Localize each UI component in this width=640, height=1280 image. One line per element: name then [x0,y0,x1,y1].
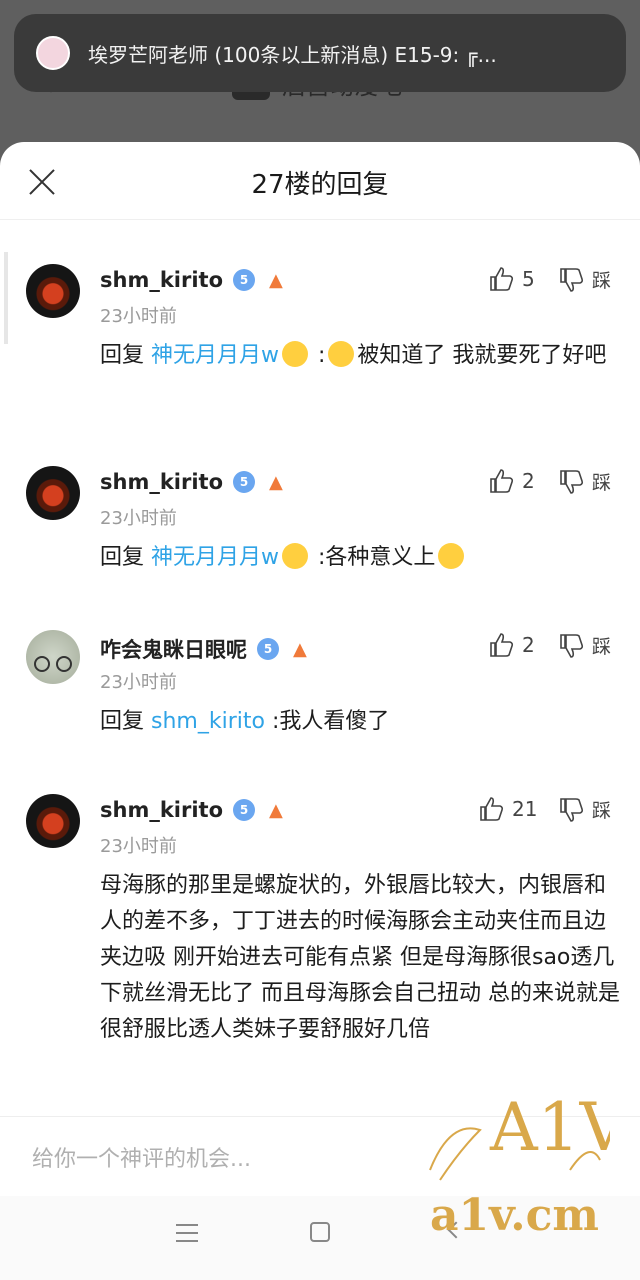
thumb-up-icon [490,633,514,657]
sweat-emoji-icon [438,543,465,569]
thumb-up-icon [480,797,504,821]
kiss-emoji-icon [282,341,309,367]
reply-prefix: 回复 [100,709,145,734]
dislike-button[interactable]: 踩 [560,468,611,495]
avatar[interactable] [26,466,80,520]
dislike-button[interactable]: 踩 [560,266,611,293]
kiss-emoji-icon [282,543,309,569]
reply-prefix: 回复 [100,545,145,570]
sheet-title: 27楼的回复 [251,170,389,200]
timestamp: 23小时前 [100,306,177,327]
comment-body: :我人看傻了 [264,709,390,734]
avatar[interactable] [26,264,80,318]
thumb-down-icon [560,267,584,292]
comment-body: 被知道了 我就要死了好吧 [357,343,607,368]
like-button[interactable]: 2 [490,632,535,658]
mention-link[interactable]: shm_kirito [151,709,265,734]
dislike-button[interactable]: 踩 [560,632,611,659]
thumb-up-icon [490,469,514,493]
level-badge-icon: ▲ [269,799,283,821]
bike-wheel-icon [56,656,72,672]
watermark-logo: A1V [429,1089,610,1181]
reply-input-placeholder[interactable]: 给你一个神评的机会... [32,1141,251,1173]
username[interactable]: shm_kirito 5 ▲ [100,798,283,822]
username-text: 咋会鬼眯日眼呢 [100,638,247,662]
reply-prefix: 回复 [100,343,145,368]
watermark-text: a1v.cm [430,1190,599,1241]
username-text: shm_kirito [100,268,224,292]
username-text: shm_kirito [100,798,224,822]
username[interactable]: 咋会鬼眯日眼呢 5 ▲ [100,634,307,664]
avatar[interactable] [26,630,80,684]
bike-wheel-icon [34,656,50,672]
dislike-label: 踩 [592,270,612,292]
comment-text: 回复 神无月月月w : 被知道了 我就要死了好吧 [100,338,620,374]
thumb-down-icon [560,633,584,658]
comment-body: :各种意义上 [311,545,436,570]
thumb-down-icon [560,469,584,494]
thumb-up-icon [490,267,514,291]
home-icon[interactable] [310,1222,330,1242]
username[interactable]: shm_kirito 5 ▲ [100,268,283,292]
like-button[interactable]: 2 [490,468,535,494]
timestamp: 23小时前 [100,508,177,529]
notification-avatar [36,36,70,70]
dislike-button[interactable]: 踩 [560,796,611,823]
like-count: 2 [522,633,535,657]
verified-badge-icon: 5 [233,471,256,493]
level-badge-icon: ▲ [293,638,307,660]
mention-link[interactable]: 神无月月月w [151,545,279,570]
like-count: 21 [512,797,538,821]
comment-text: 回复 shm_kirito :我人看傻了 [100,704,620,740]
dislike-label: 踩 [592,800,612,822]
comment-body: 母海豚的那里是螺旋状的，外银唇比较大，内银唇和人的差不多，丁丁进去的时候海豚会主… [100,873,620,1042]
verified-badge-icon: 5 [233,799,256,821]
sheet-header: 27楼的回复 [0,142,640,220]
verified-badge-icon: 5 [257,638,279,660]
verified-badge-icon: 5 [233,269,256,291]
level-badge-icon: ▲ [269,269,283,291]
notification-banner[interactable]: 埃罗芒阿老师 (100条以上新消息) E15-9: ╔... [14,14,626,92]
sweat-emoji-icon [328,341,355,367]
comment-text: 母海豚的那里是螺旋状的，外银唇比较大，内银唇和人的差不多，丁丁进去的时候海豚会主… [100,868,620,1048]
username-text: shm_kirito [100,470,224,494]
menu-icon[interactable] [176,1224,198,1242]
comment-separator: : [311,343,326,368]
like-button[interactable]: 21 [480,796,537,822]
timestamp: 23小时前 [100,672,177,693]
notification-text: 埃罗芒阿老师 (100条以上新消息) E15-9: ╔... [88,42,497,67]
username[interactable]: shm_kirito 5 ▲ [100,470,283,494]
watermark-logo-text: A1V [489,1089,610,1166]
comment-text: 回复 神无月月月w :各种意义上 [100,540,620,576]
mention-link[interactable]: 神无月月月w [151,343,279,368]
like-count: 5 [522,267,535,291]
dislike-label: 踩 [592,636,612,658]
like-count: 2 [522,469,535,493]
avatar[interactable] [26,794,80,848]
like-button[interactable]: 5 [490,266,535,292]
thread-indicator [4,252,8,344]
dislike-label: 踩 [592,472,612,494]
level-badge-icon: ▲ [269,471,283,493]
thumb-down-icon [560,797,584,822]
timestamp: 23小时前 [100,836,177,857]
